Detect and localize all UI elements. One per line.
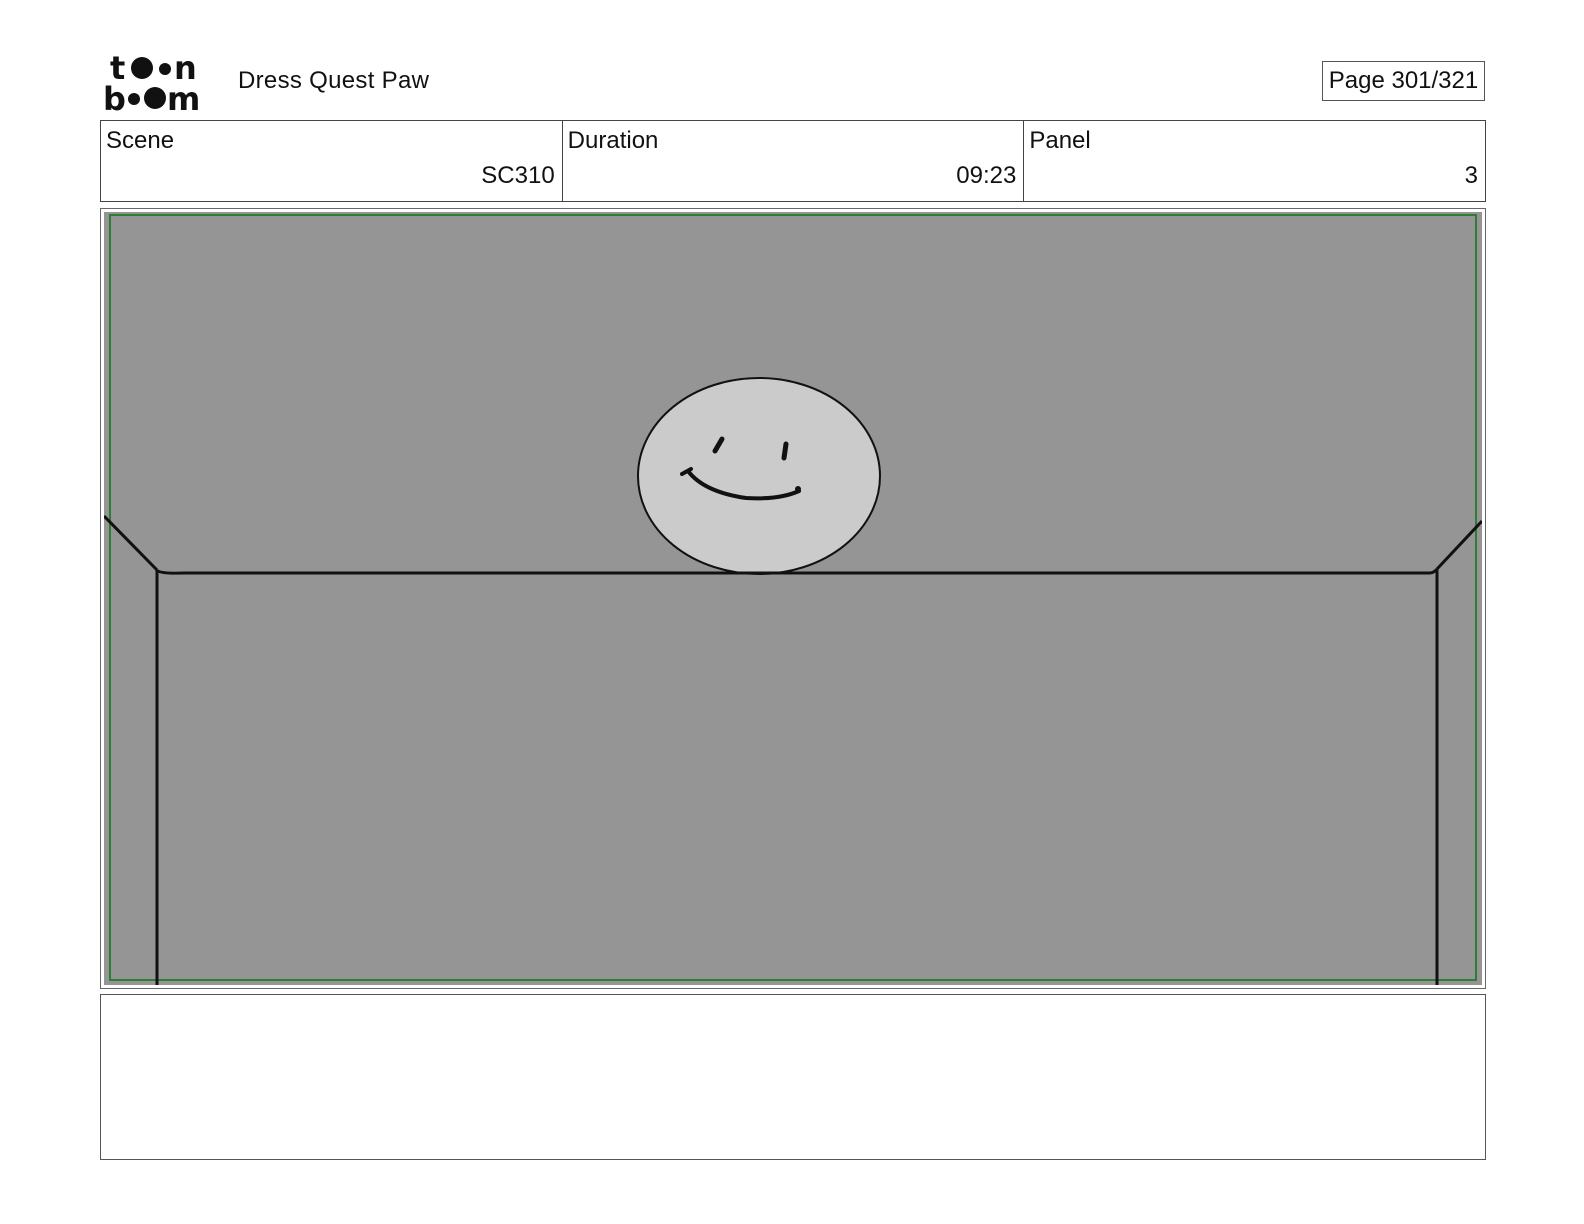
toonboom-logo: t n b m [104,52,200,112]
panel-info-table: Scene SC310 Duration 09:23 Panel 3 [100,120,1486,202]
panel-background [104,212,1482,985]
smiley-right-eye [781,441,789,461]
storyboard-panel [100,208,1486,989]
duration-cell: Duration 09:23 [563,121,1025,201]
panel-drawing [104,212,1482,985]
project-title: Dress Quest Paw [238,67,430,94]
smiley-head [637,377,881,575]
svg-text:b: b [104,80,126,112]
smiley-mouth-right-tick [795,486,801,492]
page-indicator: Page 301/321 [1322,61,1485,101]
scene-label: Scene [106,127,175,154]
duration-label: Duration [567,127,659,154]
svg-text:m: m [167,80,200,112]
panel-value: 3 [1464,162,1479,189]
scene-value: SC310 [481,162,555,189]
duration-value: 09:23 [956,162,1017,189]
panel-label: Panel [1029,127,1091,154]
panel-notes-box [100,994,1486,1160]
scene-cell: Scene SC310 [101,121,563,201]
panel-number-cell: Panel 3 [1024,121,1485,201]
